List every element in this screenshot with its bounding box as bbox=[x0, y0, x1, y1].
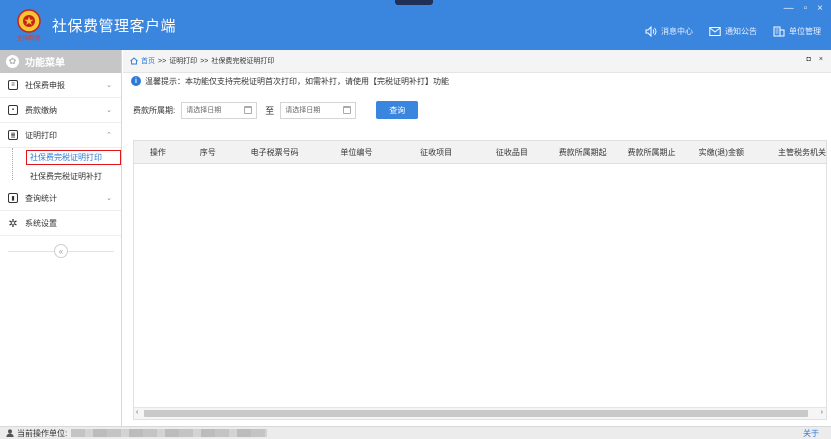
print-submenu: 社保费完税证明打印 社保费完税证明补打 bbox=[0, 148, 121, 186]
submenu-item-certificate-print[interactable]: 社保费完税证明打印 bbox=[14, 148, 121, 167]
breadcrumb-separator: >> bbox=[200, 57, 209, 65]
logo-text: 全国税务 bbox=[17, 34, 41, 42]
notice-link[interactable]: 通知公告 bbox=[709, 26, 757, 37]
app-header: 全国税务 社保费管理客户端 — ▫ × 消息中心 通知公告 单位管理 bbox=[0, 0, 831, 50]
speaker-icon bbox=[645, 26, 657, 37]
column-header-ticket-no: 电子税票号码 bbox=[250, 147, 299, 157]
home-icon bbox=[130, 57, 138, 65]
column-header-period-end: 费款所属期止 bbox=[627, 147, 676, 157]
sidebar-item-label: 证明打印 bbox=[25, 130, 57, 140]
chevron-down-icon: ⌄ bbox=[106, 82, 112, 89]
horizontal-scrollbar[interactable]: ‹ › bbox=[134, 407, 826, 419]
end-date-input[interactable]: 请选择日期 bbox=[280, 101, 357, 119]
submenu-item-label: 社保费完税证明补打 bbox=[30, 172, 102, 181]
sidebar-item-settings[interactable]: ✲ 系统设置 bbox=[0, 211, 121, 236]
app-title: 社保费管理客户端 bbox=[52, 18, 177, 35]
about-link[interactable]: 关于 bbox=[803, 428, 819, 439]
gear-icon: ✲ bbox=[8, 217, 18, 230]
submenu-tree-line bbox=[12, 148, 13, 180]
calendar-icon[interactable] bbox=[343, 106, 352, 114]
scroll-left-arrow[interactable]: ‹ bbox=[136, 409, 138, 416]
end-date-placeholder: 请选择日期 bbox=[285, 107, 321, 114]
filter-bar: 费款所属期: 请选择日期 至 请选择日期 查询 bbox=[133, 101, 419, 119]
column-header-period-start: 费款所属期起 bbox=[558, 147, 607, 157]
main-content: 首页 >> 证明打印 >> 社保费完税证明打印 ◘ × i 温馨提示：本功能仅支… bbox=[123, 50, 831, 426]
breadcrumb-home-link[interactable]: 首页 bbox=[130, 56, 155, 66]
notice-label: 通知公告 bbox=[725, 27, 757, 36]
print-icon: ≣ bbox=[8, 130, 18, 140]
message-center-label: 消息中心 bbox=[661, 27, 693, 36]
operator-label: 当前操作单位: bbox=[17, 428, 68, 438]
submenu-item-certificate-reprint[interactable]: 社保费完税证明补打 bbox=[14, 167, 121, 186]
calendar-icon[interactable] bbox=[244, 106, 253, 114]
active-highlight-box bbox=[26, 150, 121, 165]
column-header-amount: 实缴(退)金额 bbox=[698, 147, 744, 157]
message-center-link[interactable]: 消息中心 bbox=[645, 26, 693, 37]
sidebar-item-label: 查询统计 bbox=[25, 193, 57, 203]
chart-icon: ▮ bbox=[8, 193, 18, 203]
sidebar-item-declaration[interactable]: ≡ 社保费申报 ⌄ bbox=[0, 73, 121, 98]
column-header-levy-item: 征收项目 bbox=[420, 147, 453, 157]
chevron-down-icon: ⌄ bbox=[106, 195, 112, 202]
chevron-up-icon: ⌃ bbox=[106, 132, 112, 139]
results-table: 操作 序号 电子税票号码 单位编号 征收项目 征收品目 费款所属期起 费款所属期… bbox=[133, 140, 827, 420]
start-date-placeholder: 请选择日期 bbox=[186, 107, 222, 114]
column-header-unit-no: 单位编号 bbox=[340, 147, 373, 157]
menu-gear-icon: ✿ bbox=[6, 55, 19, 68]
info-icon: i bbox=[131, 76, 141, 86]
minimize-button[interactable]: — bbox=[784, 3, 794, 14]
table-header: 操作 序号 电子税票号码 单位编号 征收项目 征收品目 费款所属期起 费款所属期… bbox=[134, 141, 826, 164]
status-bar: 当前操作单位: 关于 bbox=[0, 426, 831, 439]
breadcrumb-separator: >> bbox=[158, 57, 167, 65]
notice-text: 温馨提示：本功能仅支持完税证明首次打印，如需补打，请使用【完税证明补打】功能 bbox=[145, 76, 449, 86]
maximize-button[interactable]: ▫ bbox=[804, 3, 808, 14]
mail-icon bbox=[709, 27, 721, 36]
period-label: 费款所属期: bbox=[133, 105, 176, 115]
menu-title: 功能菜单 bbox=[25, 58, 65, 69]
sidebar-item-label: 系统设置 bbox=[25, 218, 57, 228]
column-header-tax-authority: 主管税务机关 bbox=[777, 147, 826, 157]
chevron-down-icon: ⌄ bbox=[106, 107, 112, 114]
payment-icon: ▪ bbox=[8, 105, 18, 115]
window-notch bbox=[395, 0, 433, 5]
breadcrumb: 首页 >> 证明打印 >> 社保费完税证明打印 ◘ × bbox=[123, 50, 831, 73]
header-links: 消息中心 通知公告 单位管理 bbox=[645, 26, 821, 37]
scrollbar-thumb[interactable] bbox=[144, 410, 808, 417]
column-header-levy-category: 征收品目 bbox=[495, 147, 528, 157]
range-to-label: 至 bbox=[265, 105, 275, 116]
collapse-sidebar-button[interactable]: « bbox=[54, 244, 68, 258]
breadcrumb-level1[interactable]: 证明打印 bbox=[169, 56, 197, 66]
scroll-right-arrow[interactable]: › bbox=[821, 409, 823, 416]
column-header-seq: 序号 bbox=[199, 147, 216, 157]
unit-manage-label: 单位管理 bbox=[789, 27, 821, 36]
menu-header: ✿ 功能菜单 bbox=[0, 50, 121, 73]
breadcrumb-home-label: 首页 bbox=[141, 58, 155, 65]
unit-manage-link[interactable]: 单位管理 bbox=[773, 26, 821, 37]
redacted-unit-name bbox=[71, 429, 268, 437]
column-header-action: 操作 bbox=[149, 147, 166, 157]
query-button[interactable]: 查询 bbox=[376, 101, 419, 119]
user-icon bbox=[6, 429, 14, 437]
tax-emblem-logo: 全国税务 bbox=[17, 9, 41, 42]
tab-close-button[interactable]: × bbox=[819, 56, 823, 63]
sidebar-item-print[interactable]: ≣ 证明打印 ⌃ bbox=[0, 123, 121, 148]
sidebar-item-label: 社保费申报 bbox=[25, 80, 65, 90]
window-controls: — ▫ × bbox=[784, 3, 823, 14]
form-icon: ≡ bbox=[8, 80, 18, 90]
notice-bar: i 温馨提示：本功能仅支持完税证明首次打印，如需补打，请使用【完税证明补打】功能 bbox=[123, 73, 831, 89]
breadcrumb-level2: 社保费完税证明打印 bbox=[211, 58, 275, 65]
tab-restore-button[interactable]: ◘ bbox=[807, 56, 811, 63]
sidebar-item-label: 费款缴纳 bbox=[25, 105, 57, 115]
close-window-button[interactable]: × bbox=[817, 3, 823, 14]
sidebar-item-statistics[interactable]: ▮ 查询统计 ⌄ bbox=[0, 186, 121, 211]
tab-controls: ◘ × bbox=[807, 56, 823, 63]
sidebar: ✿ 功能菜单 ≡ 社保费申报 ⌄ ▪ 费款缴纳 ⌄ ≣ 证明打印 ⌃ 社保费完税… bbox=[0, 50, 122, 426]
sidebar-item-payment[interactable]: ▪ 费款缴纳 ⌄ bbox=[0, 98, 121, 123]
start-date-input[interactable]: 请选择日期 bbox=[181, 101, 258, 119]
building-icon bbox=[773, 26, 785, 37]
